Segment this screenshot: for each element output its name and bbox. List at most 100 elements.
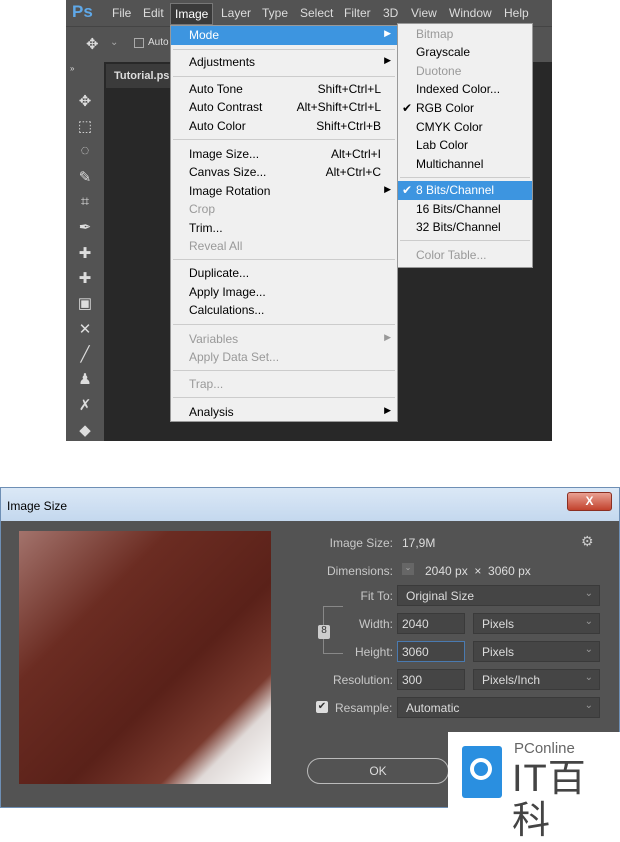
menu-item-calculations[interactable]: Calculations... (171, 301, 397, 320)
menu-layer[interactable]: Layer (221, 6, 251, 20)
item-label: Adjustments (189, 55, 256, 69)
patch-tool-icon[interactable]: ✚ (66, 269, 104, 287)
menu-item-crop[interactable]: Crop (171, 200, 397, 219)
menu-filter[interactable]: Filter (344, 6, 371, 20)
height-unit-select[interactable]: Pixels ⌄ (473, 641, 600, 662)
submenu-arrow-icon: ▶ (384, 28, 391, 38)
menu-file[interactable]: File (112, 6, 131, 20)
resolution-unit-select[interactable]: Pixels/Inch ⌄ (473, 669, 600, 690)
width-unit-select[interactable]: Pixels ⌄ (473, 613, 600, 634)
menu-item-indexed-color[interactable]: Indexed Color... (398, 80, 532, 99)
menu-item-lab-color[interactable]: Lab Color (398, 136, 532, 155)
menu-item-adjustments[interactable]: Adjustments ▶ (171, 53, 397, 72)
height-input[interactable]: 3060 (397, 641, 465, 662)
item-label: Auto Contrast (189, 100, 263, 114)
ok-button[interactable]: OK (307, 758, 449, 784)
submenu-arrow-icon: ▶ (384, 405, 391, 415)
menu-item-image-rotation[interactable]: Image Rotation ▶ (171, 182, 397, 201)
menu-item-duplicate[interactable]: Duplicate... (171, 264, 397, 283)
healing-brush-icon[interactable]: ✚ (66, 244, 104, 262)
crop-tool-icon[interactable]: ⌗ (66, 193, 104, 210)
eraser-tool-icon[interactable]: ◆ (66, 421, 104, 439)
shortcut: Shift+Ctrl+L (317, 82, 381, 96)
chevron-down-icon: ⌄ (584, 672, 593, 683)
menu-item-8-bits[interactable]: ✔ 8 Bits/Channel (398, 181, 532, 200)
divider (173, 76, 395, 77)
menu-item-duotone[interactable]: Duotone (398, 62, 532, 81)
tools-panel: » ✥ ⬚ ◌ ✎ ⌗ ✒ ✚ ✚ ▣ ✕ ╱ ♟ ✗ ◆ (66, 62, 104, 441)
menu-item-32-bits[interactable]: 32 Bits/Channel (398, 218, 532, 237)
menu-item-grayscale[interactable]: Grayscale (398, 43, 532, 62)
menu-item-cmyk-color[interactable]: CMYK Color (398, 118, 532, 137)
menu-image[interactable]: Image (170, 3, 214, 25)
red-eye-tool-icon[interactable]: ✕ (66, 320, 104, 338)
submenu-arrow-icon: ▶ (384, 55, 391, 65)
chevron-down-icon: ⌄ (584, 700, 593, 711)
menu-help[interactable]: Help (504, 6, 529, 20)
menu-item-bitmap[interactable]: Bitmap (398, 25, 532, 44)
lasso-tool-icon[interactable]: ◌ (66, 142, 104, 159)
menu-item-trap[interactable]: Trap... (171, 375, 397, 394)
content-aware-icon[interactable]: ▣ (66, 294, 104, 312)
image-preview[interactable] (19, 531, 271, 784)
menu-item-16-bits[interactable]: 16 Bits/Channel (398, 200, 532, 219)
dimensions-label: Dimensions: (326, 564, 393, 578)
menu-item-reveal-all[interactable]: Reveal All (171, 237, 397, 256)
brush-tool-icon[interactable]: ╱ (66, 345, 104, 363)
menu-item-color-table[interactable]: Color Table... (398, 246, 532, 265)
menu-item-auto-tone[interactable]: Auto Tone Shift+Ctrl+L (171, 80, 397, 99)
item-label: Multichannel (416, 157, 484, 171)
resample-select[interactable]: Automatic ⌄ (397, 697, 600, 718)
menu-view[interactable]: View (411, 6, 437, 20)
divider (173, 370, 395, 371)
stamp-tool-icon[interactable]: ♟ (66, 370, 104, 388)
menu-item-mode[interactable]: Mode ▶ (171, 26, 397, 45)
item-label: Trim... (189, 221, 223, 235)
image-size-label: Image Size: (329, 536, 393, 550)
menu-item-canvas-size[interactable]: Canvas Size... Alt+Ctrl+C (171, 163, 397, 182)
quick-select-tool-icon[interactable]: ✎ (66, 168, 104, 186)
chevron-down-icon[interactable]: ⌄ (110, 37, 118, 48)
move-tool-icon[interactable]: ✥ (86, 35, 99, 53)
resolution-input[interactable]: 300 (397, 669, 465, 690)
close-button[interactable]: X (567, 492, 612, 511)
divider (400, 177, 530, 178)
width-input[interactable]: 2040 (397, 613, 465, 634)
menu-item-auto-color[interactable]: Auto Color Shift+Ctrl+B (171, 117, 397, 136)
gear-icon[interactable]: ⚙ (581, 533, 594, 550)
selected-value: Pixels (482, 645, 515, 659)
document-tab[interactable]: Tutorial.ps (106, 64, 176, 88)
menu-item-variables[interactable]: Variables ▶ (171, 330, 397, 349)
dimensions-unit-dropdown[interactable]: ⌄ (402, 563, 414, 575)
menu-item-apply-data-set[interactable]: Apply Data Set... (171, 348, 397, 367)
menu-item-apply-image[interactable]: Apply Image... (171, 283, 397, 302)
item-label: Duplicate... (189, 266, 250, 280)
pconline-watermark: PConline IT百科 (448, 732, 620, 842)
collapse-icon[interactable]: » (66, 64, 104, 73)
auto-select-checkbox[interactable] (134, 38, 144, 48)
move-tool-icon[interactable]: ✥ (66, 92, 104, 110)
selected-value: Original Size (406, 589, 475, 603)
menu-item-analysis[interactable]: Analysis ▶ (171, 403, 397, 422)
menu-item-multichannel[interactable]: Multichannel (398, 155, 532, 174)
divider (173, 139, 395, 140)
menu-item-auto-contrast[interactable]: Auto Contrast Alt+Shift+Ctrl+L (171, 98, 397, 117)
menu-item-image-size[interactable]: Image Size... Alt+Ctrl+I (171, 145, 397, 164)
item-label: Image Size... (189, 147, 260, 161)
resample-checkbox[interactable]: ✔ (316, 701, 328, 713)
fit-to-select[interactable]: Original Size ⌄ (397, 585, 600, 606)
item-label: Auto Color (189, 119, 246, 133)
marquee-tool-icon[interactable]: ⬚ (66, 117, 104, 135)
item-label: Reveal All (189, 239, 243, 253)
history-brush-icon[interactable]: ✗ (66, 396, 104, 414)
menu-item-rgb-color[interactable]: ✔ RGB Color (398, 99, 532, 118)
menu-window[interactable]: Window (449, 6, 492, 20)
menu-select[interactable]: Select (300, 6, 333, 20)
menu-type[interactable]: Type (262, 6, 288, 20)
menu-edit[interactable]: Edit (143, 6, 164, 20)
menu-3d[interactable]: 3D (383, 6, 398, 20)
fit-to-label: Fit To: (360, 589, 393, 603)
chevron-down-icon: ⌄ (584, 588, 593, 599)
eyedropper-tool-icon[interactable]: ✒ (66, 218, 104, 236)
menu-item-trim[interactable]: Trim... (171, 219, 397, 238)
